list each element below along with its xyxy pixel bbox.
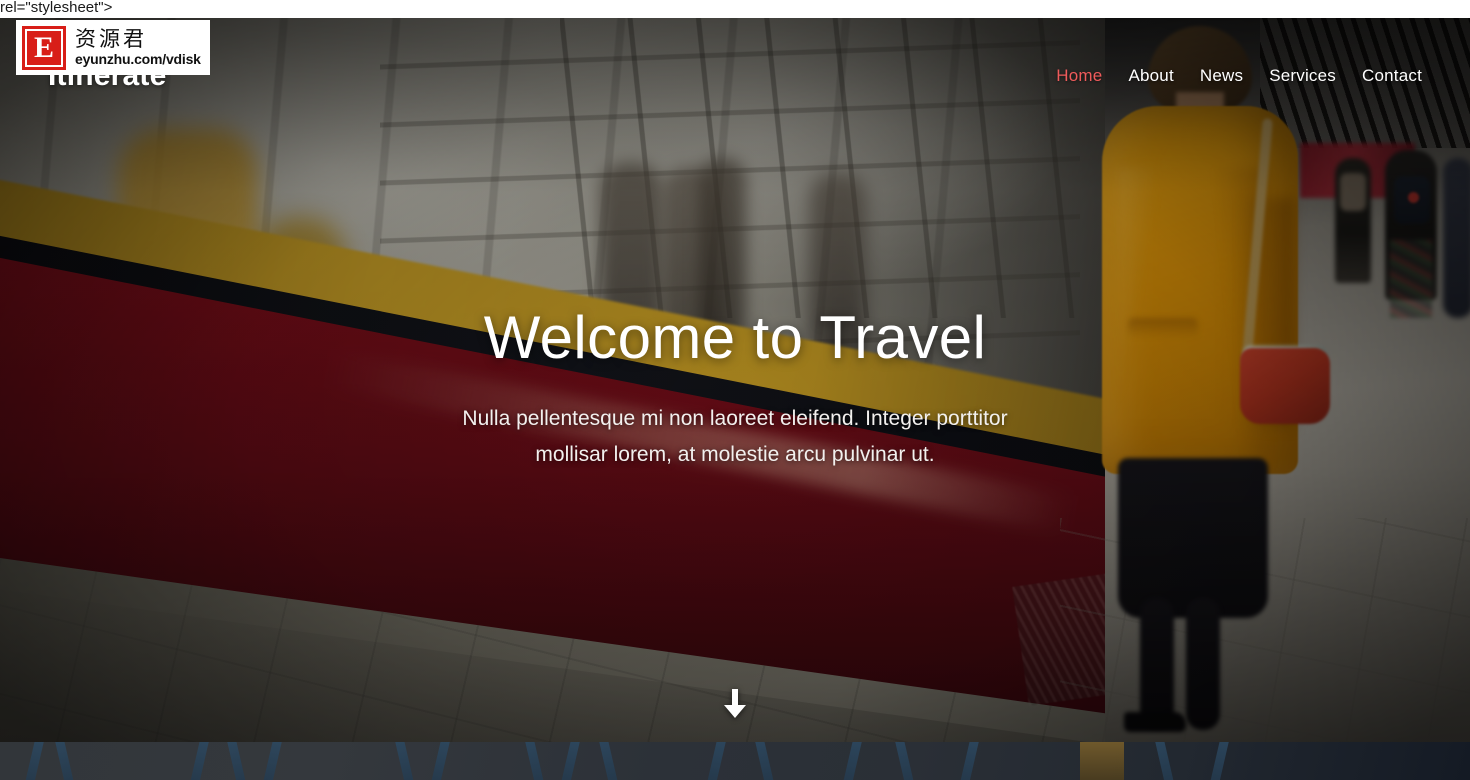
watermark-badge-letter: E (27, 30, 61, 65)
chair-leg (560, 742, 581, 780)
warm-wall-panel (1080, 742, 1124, 780)
hero-title: Welcome to Travel (483, 304, 987, 371)
chair-leg (706, 742, 727, 780)
next-section-preview (0, 742, 1470, 780)
nav-link-news[interactable]: News (1200, 66, 1243, 86)
watermark-brand-cn: 资源君 (75, 27, 147, 51)
site-header: Itinerate Home About News Services Conta… (0, 18, 1470, 118)
nav-link-services[interactable]: Services (1269, 66, 1336, 86)
source-code-artifact-strip: rel="stylesheet"> (0, 0, 1470, 18)
source-code-artifact-text: rel="stylesheet"> (0, 0, 113, 16)
scroll-down-button[interactable] (715, 684, 755, 724)
chair-leg (24, 742, 45, 780)
chair-leg (959, 742, 980, 780)
chair-leg (842, 742, 863, 780)
hero-subtitle: Nulla pellentesque mi non laoreet eleife… (462, 407, 1008, 466)
hero-content: Welcome to Travel Nulla pellentesque mi … (0, 18, 1470, 742)
watermark-overlay: E 资源君 eyunzhu.com/vdisk (16, 20, 210, 75)
main-navigation: Home About News Services Contact (1056, 66, 1422, 86)
nav-link-home[interactable]: Home (1056, 66, 1102, 86)
chair-leg (598, 742, 619, 780)
chair-leg (430, 742, 451, 780)
chair-leg (262, 742, 283, 780)
arrow-down-icon (722, 689, 748, 719)
chair-leg (189, 742, 210, 780)
chair-leg (54, 742, 75, 780)
chair-leg (1209, 742, 1230, 780)
chair-leg (1154, 742, 1175, 780)
chair-leg (394, 742, 415, 780)
nav-link-about[interactable]: About (1128, 66, 1173, 86)
chair-leg (754, 742, 775, 780)
chair-leg (894, 742, 915, 780)
watermark-text: 资源君 eyunzhu.com/vdisk (75, 27, 201, 68)
chair-leg (524, 742, 545, 780)
chair-leg (226, 742, 247, 780)
watermark-url: eyunzhu.com/vdisk (75, 51, 201, 67)
nav-link-contact[interactable]: Contact (1362, 66, 1422, 86)
watermark-badge-icon: E (22, 25, 66, 70)
